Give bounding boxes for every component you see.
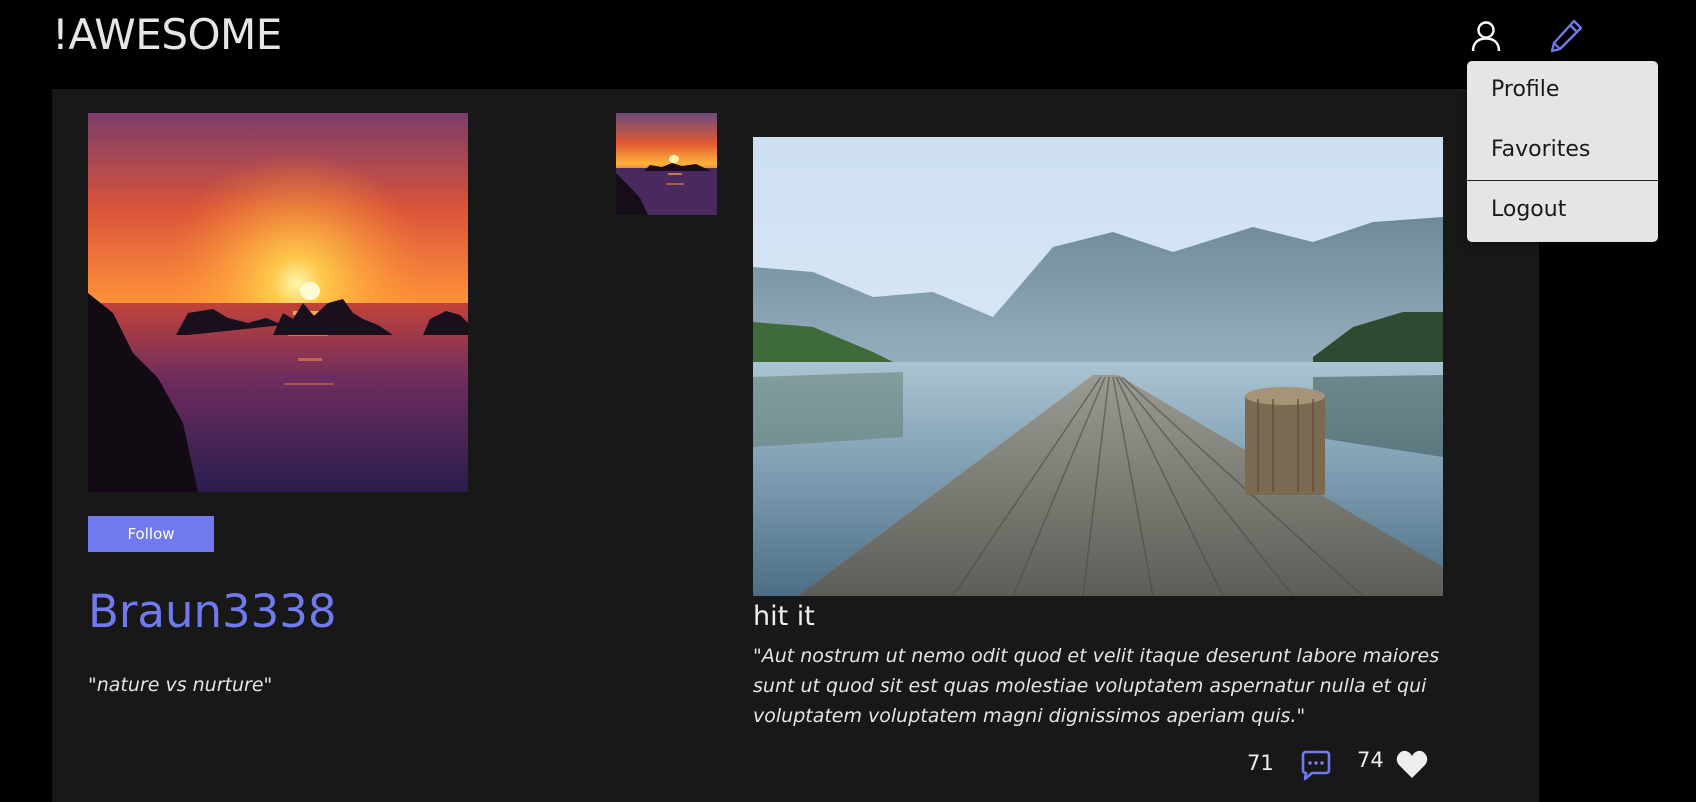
post-image[interactable] — [753, 137, 1443, 596]
pencil-icon[interactable] — [1548, 18, 1584, 54]
brand-logo[interactable]: !AWESOME — [52, 10, 282, 59]
follow-button[interactable]: Follow — [88, 516, 214, 552]
user-dropdown-menu: Profile Favorites Logout — [1467, 61, 1658, 242]
post-title: hit it — [753, 601, 815, 632]
likes-count: 74 — [1357, 748, 1384, 772]
user-icon[interactable] — [1468, 18, 1504, 54]
profile-avatar — [88, 113, 468, 492]
menu-item-profile[interactable]: Profile — [1467, 64, 1658, 120]
menu-divider — [1467, 180, 1658, 181]
profile-username: Braun3338 — [88, 585, 337, 638]
profile-panel: Follow Braun3338 "nature vs nurture" hit… — [52, 89, 1539, 802]
heart-icon[interactable] — [1395, 748, 1429, 780]
menu-item-label: Profile — [1491, 77, 1560, 102]
post-body: "Aut nostrum ut nemo odit quod et velit … — [753, 645, 1440, 727]
post-thumbnail[interactable] — [616, 113, 717, 215]
speech-bubble-icon[interactable] — [1299, 748, 1333, 782]
menu-item-logout[interactable]: Logout — [1467, 184, 1658, 240]
post-stats: 71 74 — [1247, 746, 1487, 782]
profile-bio: "nature vs nurture" — [88, 674, 273, 696]
menu-item-label: Favorites — [1491, 137, 1591, 162]
menu-item-label: Logout — [1491, 197, 1567, 222]
menu-item-favorites[interactable]: Favorites — [1467, 124, 1658, 180]
comments-count: 71 — [1247, 751, 1274, 775]
